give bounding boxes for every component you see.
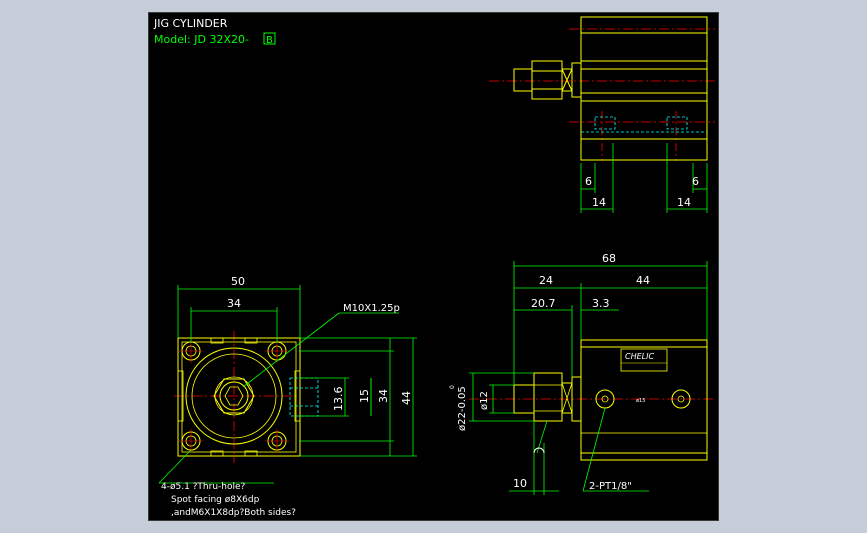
front-view xyxy=(158,285,417,484)
dim-20-7: 20.7 xyxy=(531,297,556,310)
dim-44-vertical: 44 xyxy=(400,391,413,405)
drawing-canvas[interactable]: JIG CYLINDER Model: JD 32X20- B 6 6 14 1… xyxy=(148,12,719,521)
dim-6-right: 6 xyxy=(692,175,699,188)
dim-50: 50 xyxy=(231,275,245,288)
cad-viewport: JIG CYLINDER Model: JD 32X20- B 6 6 14 1… xyxy=(0,0,867,533)
dim-34: 34 xyxy=(227,297,241,310)
dim-44: 44 xyxy=(636,274,650,287)
dim-13-6: 13.6 xyxy=(332,387,345,412)
note-line-2: Spot facing ø8X6dp xyxy=(171,495,260,505)
note-line-1: 4-ø5.1 ?Thru-hole? xyxy=(161,482,246,492)
dim-14-left: 14 xyxy=(592,196,606,209)
dim-6-left: 6 xyxy=(585,175,592,188)
dim-14-right: 14 xyxy=(677,196,691,209)
dim-dia-22-upper: 0 xyxy=(449,385,456,389)
dim-10: 10 xyxy=(513,477,527,490)
dim-3-3: 3.3 xyxy=(592,297,610,310)
dim-dia-12: ø12 xyxy=(479,391,490,410)
drawing-title: JIG CYLINDER xyxy=(153,17,228,30)
thread-callout: M10X1.25p xyxy=(343,303,400,314)
port-callout: 2-PT1/8" xyxy=(589,481,632,492)
model-suffix: B xyxy=(266,35,273,46)
model-text: Model: JD 32X20- xyxy=(154,33,249,46)
dim-68: 68 xyxy=(602,252,616,265)
dim-15: 15 xyxy=(358,389,371,403)
small-mark: ø15 xyxy=(636,398,645,404)
dim-24: 24 xyxy=(539,274,553,287)
top-view xyxy=(489,16,715,213)
dim-34-vertical: 34 xyxy=(377,389,390,403)
note-line-3: ,andM6X1X8dp?Both sides? xyxy=(171,508,296,518)
dim-dia-22: ø22-0.05 xyxy=(457,386,468,431)
brand-label: CHELIC xyxy=(625,352,654,361)
drawing-svg: JIG CYLINDER Model: JD 32X20- B 6 6 14 1… xyxy=(153,16,715,518)
